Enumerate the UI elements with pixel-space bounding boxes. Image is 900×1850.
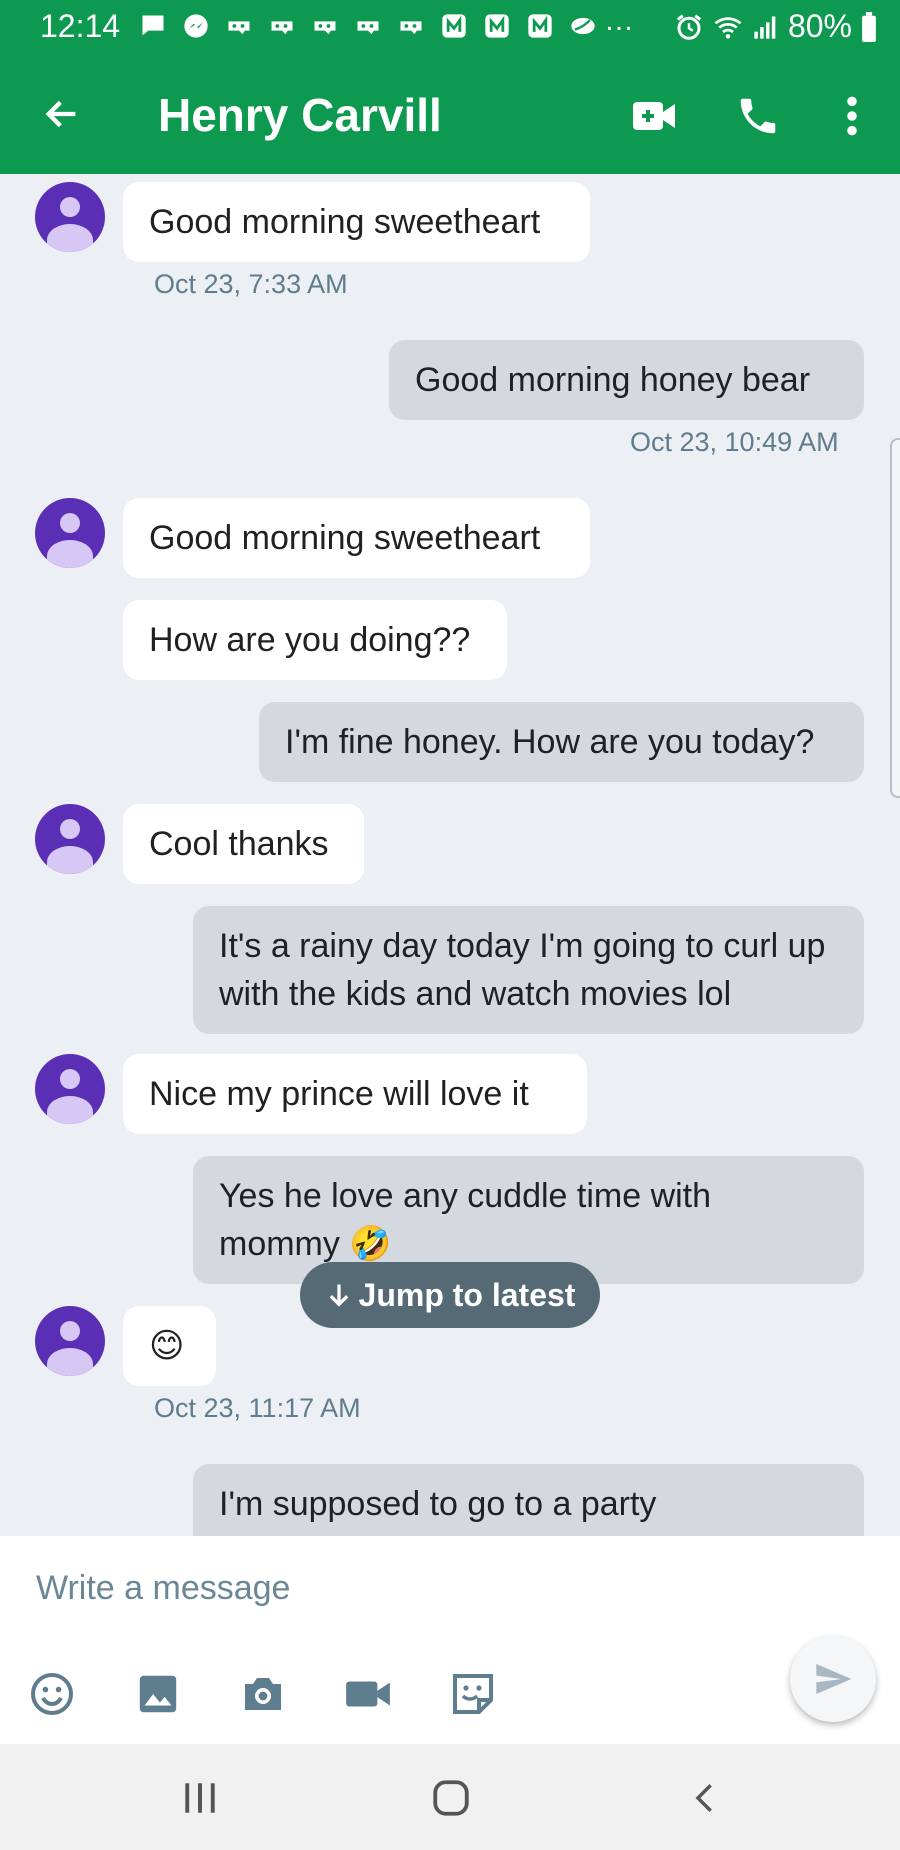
outgoing-message-bubble[interactable]: Good morning honey bear xyxy=(389,340,864,420)
message-text: It's a rainy day today I'm going to curl… xyxy=(219,927,826,1013)
avatar[interactable] xyxy=(35,804,105,874)
message-timestamp: Oct 23, 7:33 AM xyxy=(154,269,348,299)
game-icon xyxy=(314,21,336,35)
incoming-message-bubble[interactable]: Good morning sweetheart xyxy=(123,498,590,578)
emoji-button[interactable] xyxy=(22,1664,82,1724)
back-nav-button[interactable] xyxy=(665,1770,745,1826)
avatar[interactable] xyxy=(35,182,105,252)
message-text: 😊 xyxy=(149,1327,185,1365)
composer xyxy=(0,1536,900,1744)
voice-call-button[interactable] xyxy=(730,88,786,144)
message-text: I'm supposed to go to a party xyxy=(219,1485,657,1523)
video-call-button[interactable] xyxy=(626,88,682,144)
message-text: Good morning sweetheart xyxy=(149,519,541,557)
incoming-message-bubble[interactable]: Nice my prince will love it xyxy=(123,1054,587,1134)
alarm-icon xyxy=(676,14,702,40)
message-text: Good morning honey bear xyxy=(415,361,811,399)
outgoing-message-bubble[interactable]: I'm supposed to go to a party xyxy=(193,1464,864,1536)
video-button[interactable] xyxy=(338,1664,398,1724)
messenger-icon xyxy=(184,14,208,38)
message-text: Nice my prince will love it xyxy=(149,1075,529,1113)
jump-to-latest-label: Jump to latest xyxy=(358,1276,576,1313)
message-text: I'm fine honey. How are you today? xyxy=(285,723,815,761)
square-n-icon xyxy=(528,14,552,38)
message-text: Yes he love any cuddle time with mommy 🤣 xyxy=(219,1177,712,1263)
square-n-icon xyxy=(442,14,466,38)
scroll-thumb[interactable] xyxy=(890,438,900,798)
app-bar: Henry Carvill xyxy=(0,52,900,174)
message-timestamp: Oct 23, 10:49 AM xyxy=(630,427,839,457)
conversation[interactable]: Good morning sweetheart Oct 23, 7:33 AM … xyxy=(0,174,900,1536)
game-icon xyxy=(271,21,293,35)
camera-icon xyxy=(245,1678,281,1710)
message-text: Good morning sweetheart xyxy=(149,203,541,241)
more-options-button[interactable] xyxy=(828,88,876,144)
incoming-message-bubble[interactable]: Cool thanks xyxy=(123,804,364,884)
home-button[interactable] xyxy=(411,1770,491,1826)
gallery-button[interactable] xyxy=(128,1664,188,1724)
back-icon xyxy=(695,1784,712,1812)
status-time: 12:14 xyxy=(40,8,121,44)
video-icon xyxy=(346,1681,390,1707)
camera-button[interactable] xyxy=(233,1664,293,1724)
message-text: How are you doing?? xyxy=(149,621,471,659)
video-call-icon xyxy=(633,102,675,130)
battery-icon xyxy=(862,11,876,42)
contact-name[interactable]: Henry Carvill xyxy=(158,88,442,142)
battery-percent: 80% xyxy=(787,8,852,44)
status-overflow: … xyxy=(604,4,636,37)
recents-button[interactable] xyxy=(160,1770,240,1826)
home-icon xyxy=(433,1780,469,1816)
game-icon xyxy=(400,21,422,35)
back-button[interactable] xyxy=(36,88,88,140)
jump-to-latest-button[interactable]: Jump to latest xyxy=(300,1262,600,1328)
notification-icons xyxy=(138,12,598,40)
wifi-icon xyxy=(714,16,742,39)
emoji-icon xyxy=(31,1673,73,1715)
outgoing-message-bubble[interactable]: I'm fine honey. How are you today? xyxy=(259,702,864,782)
phone-icon xyxy=(740,98,776,134)
message-input[interactable] xyxy=(36,1558,816,1618)
game-icon xyxy=(357,21,379,35)
sticker-icon xyxy=(453,1674,493,1714)
avatar[interactable] xyxy=(35,1306,105,1376)
gallery-icon xyxy=(139,1675,177,1713)
send-icon xyxy=(816,1664,852,1694)
recents-icon xyxy=(185,1783,215,1813)
status-right: 80% xyxy=(674,8,878,45)
message-text: Cool thanks xyxy=(149,825,329,863)
leaf-icon xyxy=(571,17,595,35)
back-arrow-icon xyxy=(45,100,76,128)
send-button[interactable] xyxy=(790,1636,876,1722)
incoming-message-bubble[interactable]: Good morning sweetheart xyxy=(123,182,590,262)
game-icon xyxy=(228,21,250,35)
status-bar: 12:14 … 80% xyxy=(0,0,900,52)
incoming-message-bubble[interactable]: How are you doing?? xyxy=(123,600,507,680)
system-nav-bar xyxy=(0,1744,900,1850)
avatar[interactable] xyxy=(35,498,105,568)
sticker-button[interactable] xyxy=(443,1664,503,1724)
signal-icon xyxy=(754,16,776,39)
incoming-message-bubble[interactable]: 😊 xyxy=(123,1306,216,1386)
more-vert-icon xyxy=(847,96,857,136)
avatar[interactable] xyxy=(35,1054,105,1124)
outgoing-message-bubble[interactable]: It's a rainy day today I'm going to curl… xyxy=(193,906,864,1034)
square-n-icon xyxy=(485,14,509,38)
chat-icon xyxy=(142,15,164,36)
arrow-down-icon xyxy=(329,1284,348,1307)
message-timestamp: Oct 23, 11:17 AM xyxy=(154,1393,361,1423)
attachment-toolbar xyxy=(0,1664,900,1734)
